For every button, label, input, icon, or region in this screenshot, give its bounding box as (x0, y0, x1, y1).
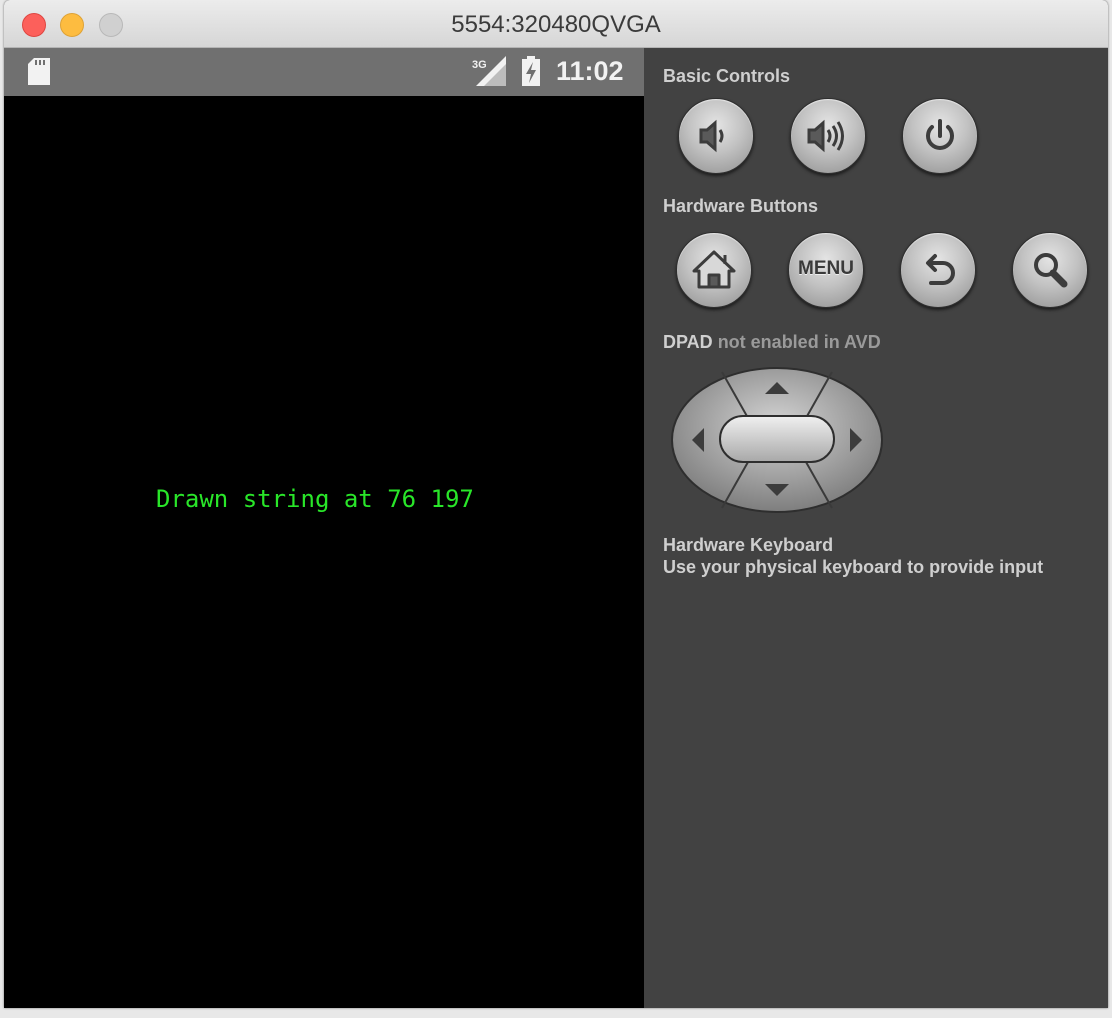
dpad-label-text: DPAD (663, 332, 713, 352)
home-button[interactable] (676, 232, 752, 308)
volume-up-button[interactable] (790, 98, 866, 174)
back-button[interactable] (900, 232, 976, 308)
menu-button[interactable]: MENU (788, 232, 864, 308)
sd-card-icon (28, 58, 50, 85)
status-bar[interactable]: 3G 11:02 (4, 48, 644, 96)
hardware-buttons-label: Hardware Buttons (663, 196, 819, 216)
search-icon (1034, 253, 1068, 288)
dpad[interactable] (670, 366, 884, 514)
home-icon (692, 250, 736, 289)
volume-down-icon (699, 119, 724, 153)
controls-panel: Basic Controls Hardware Buttons MENU DPA… (644, 48, 1108, 1008)
dpad-note: not enabled in AVD (717, 332, 881, 352)
dpad-label: DPAD not enabled in AVD (663, 332, 881, 353)
power-button[interactable] (902, 98, 978, 174)
hardware-keyboard-hint: Use your physical keyboard to provide in… (663, 557, 1044, 577)
basic-controls-label: Basic Controls (663, 66, 791, 86)
menu-button-label: MENU (798, 258, 854, 279)
signal-3g-icon: 3G (472, 56, 506, 86)
dpad-center-button[interactable] (719, 415, 835, 463)
power-icon (926, 119, 954, 150)
battery-charging-icon (522, 56, 540, 86)
drawn-string-text: Drawn string at 76 197 (156, 485, 474, 513)
status-clock: 11:02 (556, 56, 624, 86)
window-title: 5554:320480QVGA (451, 11, 661, 38)
search-button[interactable] (1012, 232, 1088, 308)
back-icon (926, 254, 955, 285)
title-bar[interactable]: 5554:320480QVGA (4, 0, 1108, 48)
device-screen[interactable]: 3G 11:02 Drawn string at 76 197 (4, 48, 644, 1008)
volume-up-icon (807, 119, 844, 153)
emulator-window: 5554:320480QVGA 3G 11:02 Drawn string at… (4, 0, 1108, 1008)
volume-down-button[interactable] (678, 98, 754, 174)
network-type-label: 3G (472, 59, 487, 71)
hardware-keyboard-title: Hardware Keyboard (663, 535, 834, 555)
